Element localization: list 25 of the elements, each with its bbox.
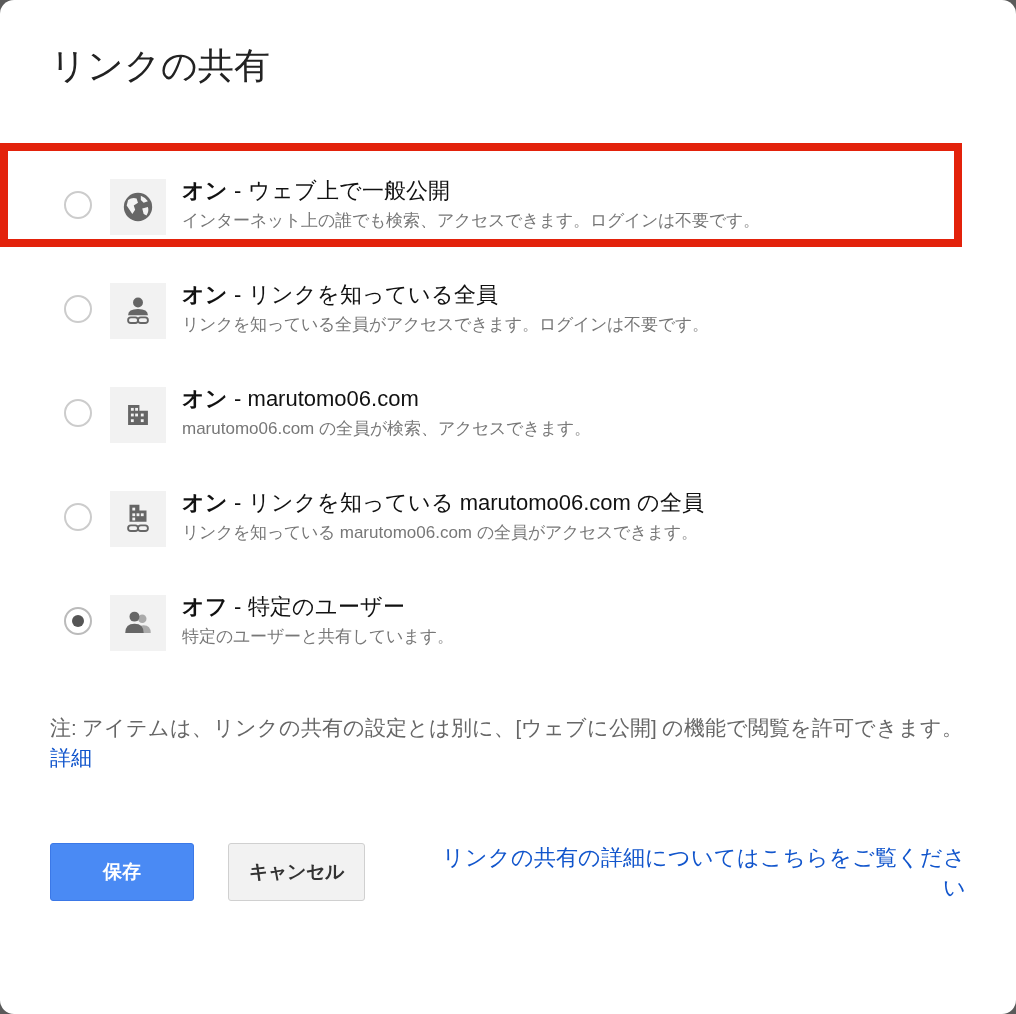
- person-link-icon: [110, 283, 166, 339]
- option-title: オン - リンクを知っている marutomo06.com の全員: [182, 489, 704, 517]
- radio-button[interactable]: [64, 295, 92, 323]
- option-title: オン - ウェブ上で一般公開: [182, 177, 451, 205]
- cancel-button[interactable]: キャンセル: [228, 843, 365, 901]
- option-description: リンクを知っている marutomo06.com の全員がアクセスできます。: [182, 522, 699, 544]
- note-text: 注: アイテムは、リンクの共有の設定とは別に、[ウェブに公開] の機能で閲覧を許可できます。: [50, 716, 964, 739]
- option-description: インターネット上の誰でも検索、アクセスできます。ログインは不要です。: [182, 210, 760, 232]
- building-link-icon: [110, 491, 166, 547]
- radio-button[interactable]: [64, 399, 92, 427]
- option-description: リンクを知っている全員がアクセスできます。ログインは不要です。: [182, 314, 709, 336]
- dialog-title: リンクの共有: [50, 44, 271, 88]
- option-description: 特定のユーザーと共有しています。: [182, 626, 454, 648]
- option-title: オン - リンクを知っている全員: [182, 281, 499, 309]
- help-link[interactable]: リンクの共有の詳細についてはこちらをご覧ください: [421, 843, 966, 903]
- option-title: オフ - 特定のユーザー: [182, 593, 406, 621]
- option-description: marutomo06.com の全員が検索、アクセスできます。: [182, 418, 591, 440]
- globe-icon: [110, 179, 166, 235]
- building-icon: [110, 387, 166, 443]
- radio-button[interactable]: [64, 191, 92, 219]
- radio-button[interactable]: [64, 607, 92, 635]
- details-link[interactable]: 詳細: [50, 746, 92, 769]
- radio-button[interactable]: [64, 503, 92, 531]
- people-icon: [110, 595, 166, 651]
- option-title: オン - marutomo06.com: [182, 385, 420, 413]
